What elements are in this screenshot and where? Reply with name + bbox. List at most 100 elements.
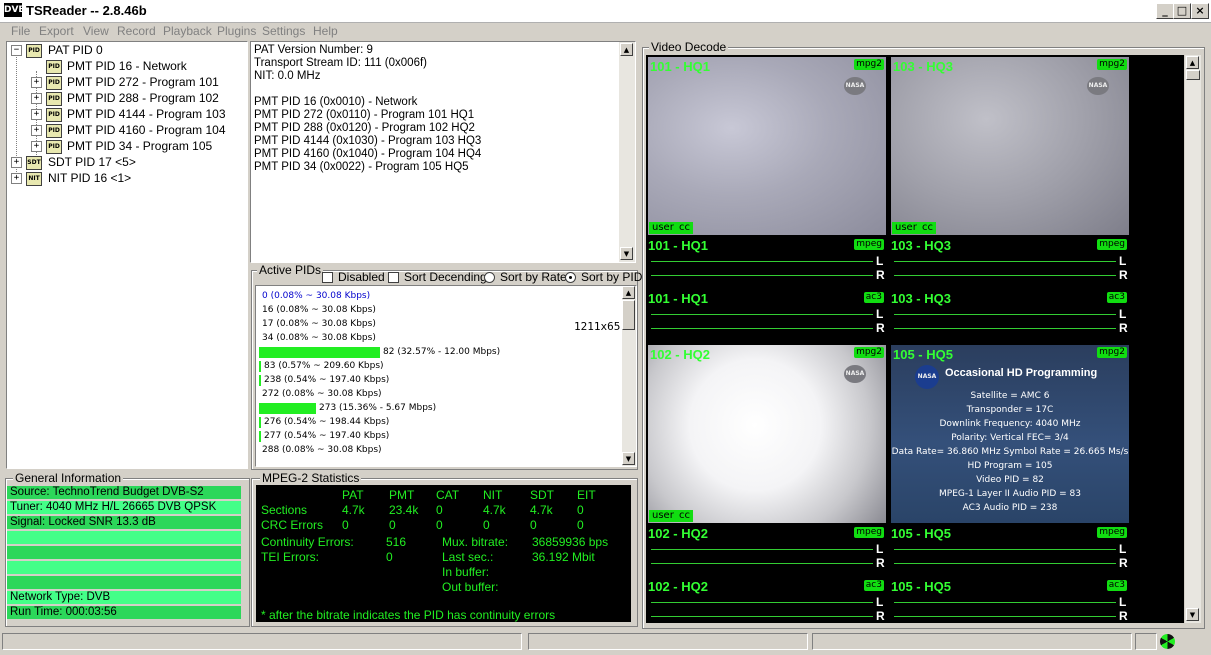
expand-icon[interactable]: + — [31, 141, 42, 152]
pid-row-text: 277 (0.54% ~ 197.40 Kbps) — [264, 431, 390, 441]
tree-item-pmt-16[interactable]: PMT PID 16 - Network — [67, 58, 187, 74]
codec-badge: ac3 — [863, 292, 884, 303]
cc-badge[interactable]: cc — [676, 510, 693, 522]
video-tile[interactable]: 101 - HQ1 mpg2 NASA user cc — [648, 57, 886, 235]
scroll-down-icon[interactable]: ▼ — [622, 452, 635, 465]
tile-label: 105 - HQ5 — [893, 347, 953, 362]
scroll-down-icon[interactable]: ▼ — [620, 247, 633, 260]
tree-item-pmt-4160[interactable]: PMT PID 4160 - Program 104 — [67, 122, 226, 138]
expand-icon[interactable]: + — [11, 173, 22, 184]
expand-icon[interactable]: + — [31, 77, 42, 88]
pid-row[interactable]: 288 (0.08% ~ 30.08 Kbps) — [256, 443, 616, 457]
disabled-label: Disabled — [338, 270, 385, 284]
disabled-checkbox[interactable] — [322, 272, 333, 283]
sort-descending-label: Sort Decending — [404, 270, 487, 284]
video-scrollbar[interactable]: ▲ ▼ — [1185, 55, 1201, 623]
codec-badge: mpg2 — [854, 59, 884, 70]
audio-meter: 105 - HQ5 ac3 L R — [891, 578, 1129, 623]
video-tile[interactable]: 105 - HQ5 mpg2 NASA Occasional HD Programmi… — [891, 345, 1129, 523]
pid-row[interactable]: 238 (0.54% ~ 197.40 Kbps) — [256, 373, 616, 387]
vu-line-left — [894, 314, 1116, 315]
stats-value: 0 — [436, 503, 443, 517]
pid-row[interactable]: 273 (15.36% - 5.67 Mbps) — [256, 401, 616, 415]
minimize-button[interactable]: _ — [1156, 3, 1174, 19]
pid-rate-bar — [259, 403, 316, 414]
general-info-row — [7, 531, 241, 544]
pid-row[interactable]: 276 (0.54% ~ 198.44 Kbps) — [256, 415, 616, 429]
pid-row-text: 34 (0.08% ~ 30.08 Kbps) — [262, 333, 376, 343]
user-badge[interactable]: user — [649, 222, 677, 234]
tree-item-pmt-4144[interactable]: PMT PID 4144 - Program 103 — [67, 106, 226, 122]
menu-view[interactable]: View — [83, 24, 109, 38]
vu-line-right — [894, 328, 1116, 329]
video-area[interactable]: 101 - HQ1 mpg2 NASA user cc 103 - HQ3 mpg2 NASA… — [646, 55, 1184, 623]
pid-row[interactable]: 82 (32.57% - 12.00 Mbps) — [256, 345, 616, 359]
sort-by-rate-radio[interactable] — [484, 272, 495, 283]
pid-tree[interactable]: − PID PAT PID 0 PID PMT PID 16 - Network… — [6, 41, 248, 469]
scroll-thumb[interactable] — [1186, 70, 1200, 80]
close-button[interactable]: × — [1191, 3, 1209, 19]
scroll-thumb[interactable] — [622, 300, 635, 330]
collapse-icon[interactable]: − — [11, 45, 22, 56]
continuity-value: 516 — [386, 535, 407, 549]
mpeg-stats-label: MPEG-2 Statistics — [260, 471, 362, 485]
expand-icon[interactable]: + — [31, 125, 42, 136]
pid-row[interactable]: 34 (0.08% ~ 30.08 Kbps) — [256, 331, 616, 345]
vu-line-right — [894, 563, 1116, 564]
menu-settings[interactable]: Settings — [262, 24, 305, 38]
video-tile[interactable]: 103 - HQ3 mpg2 NASA user cc — [891, 57, 1129, 235]
menu-playback[interactable]: Playback — [163, 24, 212, 38]
pid-row[interactable]: 277 (0.54% ~ 197.40 Kbps) — [256, 429, 616, 443]
expand-icon[interactable]: + — [11, 157, 22, 168]
detail-line: PMT PID 288 (0x0120) - Program 102 HQ2 — [254, 122, 475, 134]
details-scrollbar[interactable]: ▲ ▼ — [619, 42, 635, 262]
expand-icon[interactable]: + — [31, 93, 42, 104]
user-badge[interactable]: user — [649, 510, 677, 522]
tree-item-pmt-288[interactable]: PMT PID 288 - Program 102 — [67, 90, 219, 106]
pid-row[interactable]: 272 (0.08% ~ 30.08 Kbps) — [256, 387, 616, 401]
menu-record[interactable]: Record — [117, 24, 156, 38]
audio-meter: 105 - HQ5 mpeg L R — [891, 525, 1129, 575]
tree-item-pmt-272[interactable]: PMT PID 272 - Program 101 — [67, 74, 219, 90]
menu-export[interactable]: Export — [39, 24, 74, 38]
menu-help[interactable]: Help — [313, 24, 338, 38]
scroll-up-icon[interactable]: ▲ — [622, 286, 635, 299]
pid-row[interactable]: 0 (0.08% ~ 30.08 Kbps) — [256, 289, 616, 303]
cc-badge[interactable]: cc — [919, 222, 936, 234]
restore-button[interactable]: □ — [1173, 3, 1191, 19]
pid-icon: PID — [26, 44, 42, 58]
pid-row[interactable]: 83 (0.57% ~ 209.60 Kbps) — [256, 359, 616, 373]
scroll-up-icon[interactable]: ▲ — [620, 43, 633, 56]
menu-plugins[interactable]: Plugins — [217, 24, 256, 38]
vu-line-left — [651, 602, 873, 603]
video-tile[interactable]: 102 - HQ2 mpg2 NASA user cc — [648, 345, 886, 523]
app-logo-icon: DVB — [4, 3, 26, 17]
pid-rate-bar — [259, 417, 261, 428]
menu-file[interactable]: File — [11, 24, 30, 38]
general-info-row: Network Type: DVB — [7, 591, 241, 604]
tree-item-pmt-34[interactable]: PMT PID 34 - Program 105 — [67, 138, 212, 154]
tree-item-nit[interactable]: NIT PID 16 <1> — [48, 170, 131, 186]
codec-badge: ac3 — [863, 580, 884, 591]
pid-row[interactable]: 17 (0.08% ~ 30.08 Kbps) — [256, 317, 616, 331]
cc-badge[interactable]: cc — [676, 222, 693, 234]
scroll-down-icon[interactable]: ▼ — [1186, 608, 1199, 621]
details-panel[interactable]: PAT Version Number: 9 Transport Stream I… — [250, 41, 636, 263]
tree-item-sdt[interactable]: SDT PID 17 <5> — [48, 154, 136, 170]
user-badge[interactable]: user — [892, 222, 920, 234]
scroll-up-icon[interactable]: ▲ — [1186, 56, 1199, 69]
sort-by-pid-radio[interactable] — [565, 272, 576, 283]
expand-icon[interactable]: + — [31, 109, 42, 120]
tree-item-pat[interactable]: PAT PID 0 — [48, 42, 103, 58]
pid-list-scrollbar[interactable]: ▲ ▼ — [622, 286, 636, 466]
vu-line-right — [651, 328, 873, 329]
pid-rate-bar — [259, 361, 261, 372]
pid-row[interactable]: 16 (0.08% ~ 30.08 Kbps) — [256, 303, 616, 317]
general-info-row — [7, 576, 241, 589]
sort-descending-checkbox[interactable] — [388, 272, 399, 283]
continuity-label: Continuity Errors: — [261, 535, 354, 549]
stats-value: 4.7k — [530, 503, 553, 517]
mux-label: Mux. bitrate: — [442, 535, 509, 549]
pid-list[interactable]: 0 (0.08% ~ 30.08 Kbps) 16 (0.08% ~ 30.08 … — [255, 285, 637, 467]
detail-line: Transport Stream ID: 111 (0x006f) — [254, 57, 427, 69]
